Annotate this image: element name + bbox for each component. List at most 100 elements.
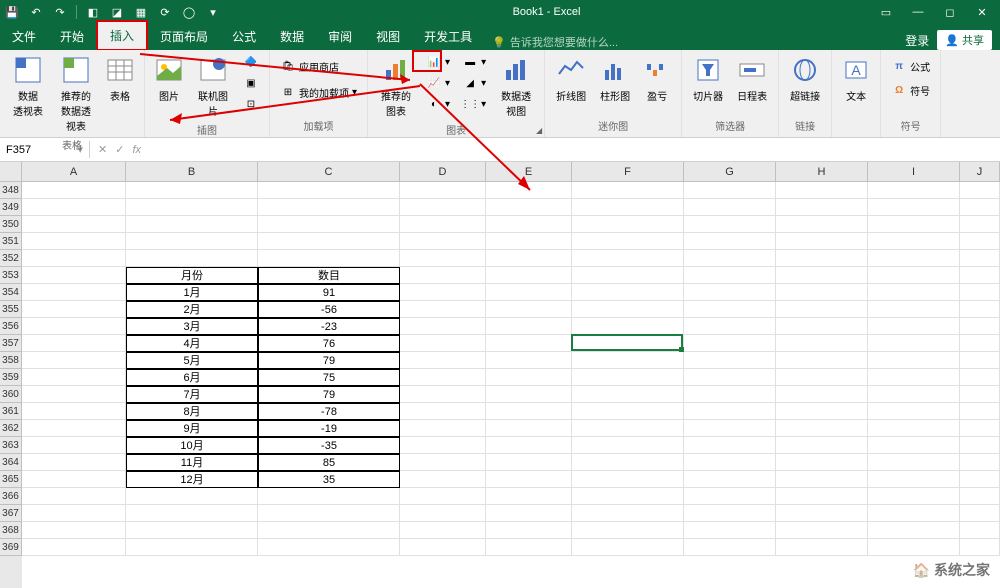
tab-file[interactable]: 文件 — [0, 23, 48, 50]
column-header-F[interactable]: F — [572, 162, 684, 181]
cell[interactable] — [868, 352, 960, 369]
cell[interactable]: 91 — [258, 284, 400, 301]
cell[interactable] — [572, 505, 684, 522]
cell[interactable] — [400, 284, 486, 301]
row-header[interactable]: 367 — [0, 505, 22, 522]
cell[interactable] — [684, 488, 776, 505]
cell[interactable] — [486, 437, 572, 454]
cell[interactable]: -19 — [258, 420, 400, 437]
cell[interactable] — [400, 182, 486, 199]
cell[interactable] — [258, 505, 400, 522]
cell[interactable] — [22, 284, 126, 301]
row-header[interactable]: 359 — [0, 369, 22, 386]
cell[interactable] — [776, 267, 868, 284]
row-header[interactable]: 369 — [0, 539, 22, 556]
cell[interactable] — [486, 250, 572, 267]
cell[interactable] — [960, 335, 1000, 352]
cell[interactable] — [684, 437, 776, 454]
cell[interactable]: -56 — [258, 301, 400, 318]
cell[interactable] — [868, 386, 960, 403]
cell[interactable] — [126, 216, 258, 233]
cell[interactable] — [684, 352, 776, 369]
cell[interactable]: 11月 — [126, 454, 258, 471]
cell[interactable] — [572, 318, 684, 335]
column-header-H[interactable]: H — [776, 162, 868, 181]
cell[interactable]: 12月 — [126, 471, 258, 488]
cell[interactable] — [868, 488, 960, 505]
cell[interactable]: 数目 — [258, 267, 400, 284]
cell[interactable]: 3月 — [126, 318, 258, 335]
cell[interactable] — [960, 267, 1000, 284]
cell[interactable] — [684, 250, 776, 267]
table-button[interactable]: 表格 — [102, 52, 138, 105]
line-chart-button[interactable]: 📈▾ — [422, 73, 454, 93]
cell[interactable] — [400, 199, 486, 216]
cell[interactable] — [960, 233, 1000, 250]
row-header[interactable]: 351 — [0, 233, 22, 250]
cell[interactable] — [400, 539, 486, 556]
tab-data[interactable]: 数据 — [268, 23, 316, 50]
pivot-chart-button[interactable]: 数据透视图 — [494, 52, 538, 120]
cell[interactable]: 4月 — [126, 335, 258, 352]
cell[interactable] — [684, 454, 776, 471]
cell[interactable] — [684, 233, 776, 250]
select-all-corner[interactable] — [0, 162, 22, 181]
cell[interactable] — [400, 369, 486, 386]
cell[interactable] — [486, 233, 572, 250]
tab-review[interactable]: 审阅 — [316, 23, 364, 50]
cell[interactable] — [776, 199, 868, 216]
row-header[interactable]: 348 — [0, 182, 22, 199]
cell[interactable] — [684, 301, 776, 318]
cell[interactable] — [776, 233, 868, 250]
cell[interactable] — [22, 352, 126, 369]
hyperlink-button[interactable]: 超链接 — [785, 52, 825, 105]
qat-icon[interactable]: ◪ — [109, 4, 125, 20]
cell[interactable] — [960, 182, 1000, 199]
cell[interactable] — [126, 505, 258, 522]
column-header-E[interactable]: E — [486, 162, 572, 181]
cell[interactable] — [868, 437, 960, 454]
cell[interactable] — [960, 369, 1000, 386]
cell[interactable] — [776, 386, 868, 403]
cell[interactable] — [868, 301, 960, 318]
cell[interactable] — [684, 335, 776, 352]
cell[interactable] — [572, 267, 684, 284]
tab-developer[interactable]: 开发工具 — [412, 23, 484, 50]
cell[interactable] — [960, 386, 1000, 403]
cell[interactable] — [258, 522, 400, 539]
row-header[interactable]: 356 — [0, 318, 22, 335]
cell[interactable] — [400, 437, 486, 454]
cell[interactable] — [776, 488, 868, 505]
cell[interactable] — [400, 352, 486, 369]
cell[interactable]: 9月 — [126, 420, 258, 437]
cell[interactable] — [960, 301, 1000, 318]
cell[interactable]: 2月 — [126, 301, 258, 318]
cell[interactable] — [776, 522, 868, 539]
tab-page-layout[interactable]: 页面布局 — [148, 23, 220, 50]
column-header-C[interactable]: C — [258, 162, 400, 181]
cell[interactable]: -35 — [258, 437, 400, 454]
cell[interactable] — [684, 403, 776, 420]
tab-formulas[interactable]: 公式 — [220, 23, 268, 50]
scatter-chart-button[interactable]: ⋮⋮▾ — [458, 94, 490, 114]
column-header-A[interactable]: A — [22, 162, 126, 181]
cell[interactable] — [126, 539, 258, 556]
cell[interactable] — [22, 301, 126, 318]
column-header-B[interactable]: B — [126, 162, 258, 181]
row-header[interactable]: 358 — [0, 352, 22, 369]
cell[interactable] — [400, 488, 486, 505]
cell[interactable] — [960, 488, 1000, 505]
row-header[interactable]: 366 — [0, 488, 22, 505]
cell[interactable] — [22, 420, 126, 437]
cell[interactable] — [22, 318, 126, 335]
cell[interactable] — [776, 301, 868, 318]
row-header[interactable]: 353 — [0, 267, 22, 284]
cell[interactable]: 76 — [258, 335, 400, 352]
cell[interactable] — [776, 352, 868, 369]
timeline-button[interactable]: 日程表 — [732, 52, 772, 105]
row-header[interactable]: 352 — [0, 250, 22, 267]
cell[interactable] — [22, 250, 126, 267]
cell[interactable] — [776, 182, 868, 199]
cell[interactable] — [400, 386, 486, 403]
cell[interactable] — [572, 301, 684, 318]
